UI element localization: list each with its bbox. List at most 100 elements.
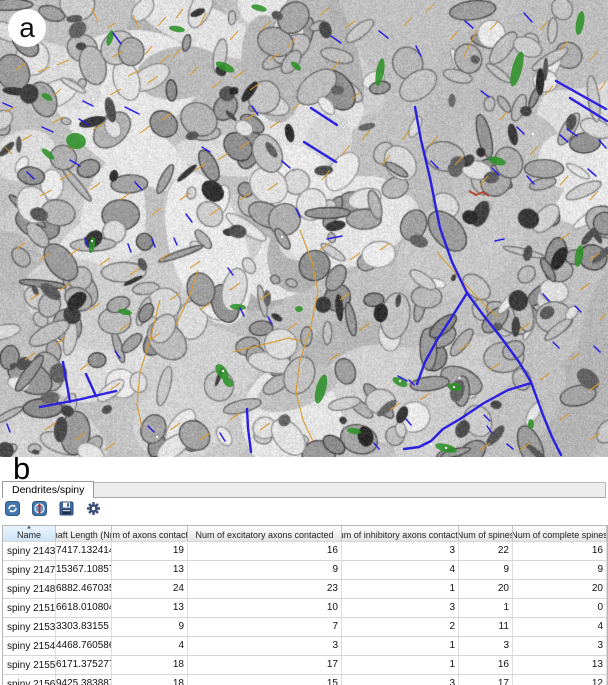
axon-trace bbox=[169, 422, 181, 431]
axon-trace bbox=[39, 189, 53, 197]
axon-trace bbox=[425, 3, 435, 13]
axon-trace bbox=[195, 162, 207, 171]
bouton-marker bbox=[118, 308, 132, 316]
axon-trace bbox=[267, 182, 279, 191]
table-row[interactable]: spiny 2154 4468.760586 4 3 1 3 3 bbox=[3, 636, 607, 655]
dendrite-name: spiny 2151 bbox=[7, 602, 56, 614]
tab-dendrites-spiny[interactable]: Dendrites/spiny bbox=[2, 481, 95, 498]
axon-trace bbox=[361, 129, 371, 141]
cell-num_complete_spines: 13 bbox=[513, 656, 607, 674]
synapse-marker bbox=[542, 293, 550, 302]
table-row[interactable]: spiny 2151 6618.010804 13 10 3 1 0 bbox=[3, 598, 607, 617]
dendrite-trace bbox=[413, 105, 563, 457]
axon-trace-long bbox=[136, 299, 161, 429]
axon-trace bbox=[519, 442, 531, 451]
axon-trace bbox=[539, 20, 549, 31]
axon-trace bbox=[217, 152, 229, 161]
table-row[interactable]: spiny 2147 15367.10857 13 9 4 9 9 bbox=[3, 560, 607, 579]
axon-trace bbox=[29, 292, 41, 301]
cell-name[interactable]: spiny 2148 bbox=[3, 580, 56, 598]
synapse-marker bbox=[326, 235, 343, 240]
axon-trace bbox=[161, 112, 173, 121]
column-header-name[interactable]: Name ▲ bbox=[3, 526, 56, 541]
axon-trace bbox=[269, 120, 281, 129]
synapse-marker bbox=[483, 414, 491, 422]
axon-trace bbox=[321, 169, 331, 181]
bouton-marker bbox=[510, 51, 524, 87]
settings-button[interactable] bbox=[86, 501, 101, 516]
cell-num_complete_spines: 20 bbox=[513, 580, 607, 598]
table-row[interactable]: spiny 2143 7417.132414 19 16 3 22 16 bbox=[3, 541, 607, 560]
cell-num_axons: 24 bbox=[112, 580, 188, 598]
dendrite-table: Name▲Shaft Length (Nm)Num of axons conta… bbox=[2, 525, 608, 685]
axon-trace bbox=[59, 282, 71, 291]
cell-name[interactable]: spiny 2154 bbox=[3, 637, 56, 655]
axon-trace-long bbox=[175, 269, 199, 326]
cell-num_inhibitory: 1 bbox=[342, 637, 459, 655]
synapse-marker bbox=[408, 379, 415, 386]
column-header-num_axons[interactable]: Num of axons contacted bbox=[112, 526, 188, 541]
update-button[interactable] bbox=[32, 501, 47, 516]
synapse-marker bbox=[415, 45, 422, 57]
axon-trace bbox=[569, 352, 581, 361]
synapse-marker bbox=[227, 267, 234, 276]
cell-name[interactable]: spiny 2153 bbox=[3, 618, 56, 636]
red-trace bbox=[468, 190, 490, 197]
axon-trace bbox=[269, 52, 281, 61]
axon-trace bbox=[209, 207, 221, 216]
table-row[interactable]: spiny 2156 9425.383887 18 15 3 17 12 bbox=[3, 674, 607, 685]
refresh-button[interactable] bbox=[5, 501, 20, 516]
column-header-num_complete_spines[interactable]: Num of complete spines bbox=[513, 526, 607, 541]
axon-trace bbox=[39, 252, 51, 261]
axon-trace bbox=[74, 432, 86, 441]
table-row[interactable]: spiny 2148 6882.467035 24 23 1 20 20 bbox=[3, 579, 607, 598]
table-body: spiny 2143 7417.132414 19 16 3 22 16 spiny 2147… bbox=[3, 541, 607, 685]
axon-trace bbox=[589, 50, 599, 61]
axon-trace bbox=[129, 267, 141, 276]
spine-dot-marker bbox=[445, 447, 447, 449]
axon-trace bbox=[331, 59, 341, 71]
dendrite-name: spiny 2153 bbox=[7, 621, 56, 633]
synapse-marker bbox=[185, 213, 193, 223]
synapse-marker bbox=[78, 118, 90, 126]
cell-shaft_length_nm: 9425.383887 bbox=[56, 675, 112, 685]
synapse-marker bbox=[6, 423, 11, 433]
save-button[interactable] bbox=[59, 501, 74, 516]
synapse-marker bbox=[114, 350, 121, 359]
synapse-marker bbox=[430, 160, 439, 169]
axon-trace bbox=[92, 122, 105, 131]
cell-name[interactable]: spiny 2155 bbox=[3, 656, 56, 674]
table-row[interactable]: spiny 2155 6171.375277 18 17 1 16 13 bbox=[3, 655, 607, 674]
cell-num_axons: 18 bbox=[112, 675, 188, 685]
axon-trace bbox=[261, 20, 271, 31]
axon-trace bbox=[199, 432, 211, 441]
column-header-num_spines[interactable]: Num of spines bbox=[459, 526, 513, 541]
axon-trace bbox=[239, 140, 251, 149]
axon-trace bbox=[579, 282, 591, 291]
figure: a b Dendrites/spiny Name ▲ aft Length (N… bbox=[0, 0, 608, 685]
axon-trace bbox=[339, 292, 351, 301]
cell-name[interactable]: spiny 2143 bbox=[3, 542, 56, 560]
column-header-num_inhibitory[interactable]: Num of inhibitory axons contacted bbox=[342, 526, 459, 541]
axon-trace bbox=[144, 45, 153, 56]
bouton-marker bbox=[375, 58, 385, 86]
spine-dot-marker bbox=[399, 380, 401, 382]
axon-trace bbox=[157, 16, 167, 27]
dendrite-name: spiny 2154 bbox=[7, 640, 56, 652]
cell-name[interactable]: spiny 2151 bbox=[3, 599, 56, 617]
axon-trace bbox=[199, 12, 207, 26]
cell-num_spines: 22 bbox=[459, 542, 513, 560]
column-header-num_excitatory[interactable]: Num of excitatory axons contacted bbox=[188, 526, 342, 541]
cell-num_inhibitory: 3 bbox=[342, 542, 459, 560]
axon-trace bbox=[189, 260, 201, 269]
axon-trace bbox=[599, 80, 607, 91]
cell-num_axons: 18 bbox=[112, 656, 188, 674]
cell-num_excitatory: 9 bbox=[188, 561, 342, 579]
cell-name[interactable]: spiny 2156 bbox=[3, 675, 56, 685]
column-header-shaft_length_nm[interactable]: Shaft Length (Nm) bbox=[56, 526, 112, 541]
table-row[interactable]: spiny 2153 3303.83155 9 7 2 11 4 bbox=[3, 617, 607, 636]
dendrite-trace bbox=[402, 381, 533, 451]
axon-trace bbox=[259, 422, 271, 431]
cell-name[interactable]: spiny 2147 bbox=[3, 561, 56, 579]
cell-num_inhibitory: 1 bbox=[342, 656, 459, 674]
